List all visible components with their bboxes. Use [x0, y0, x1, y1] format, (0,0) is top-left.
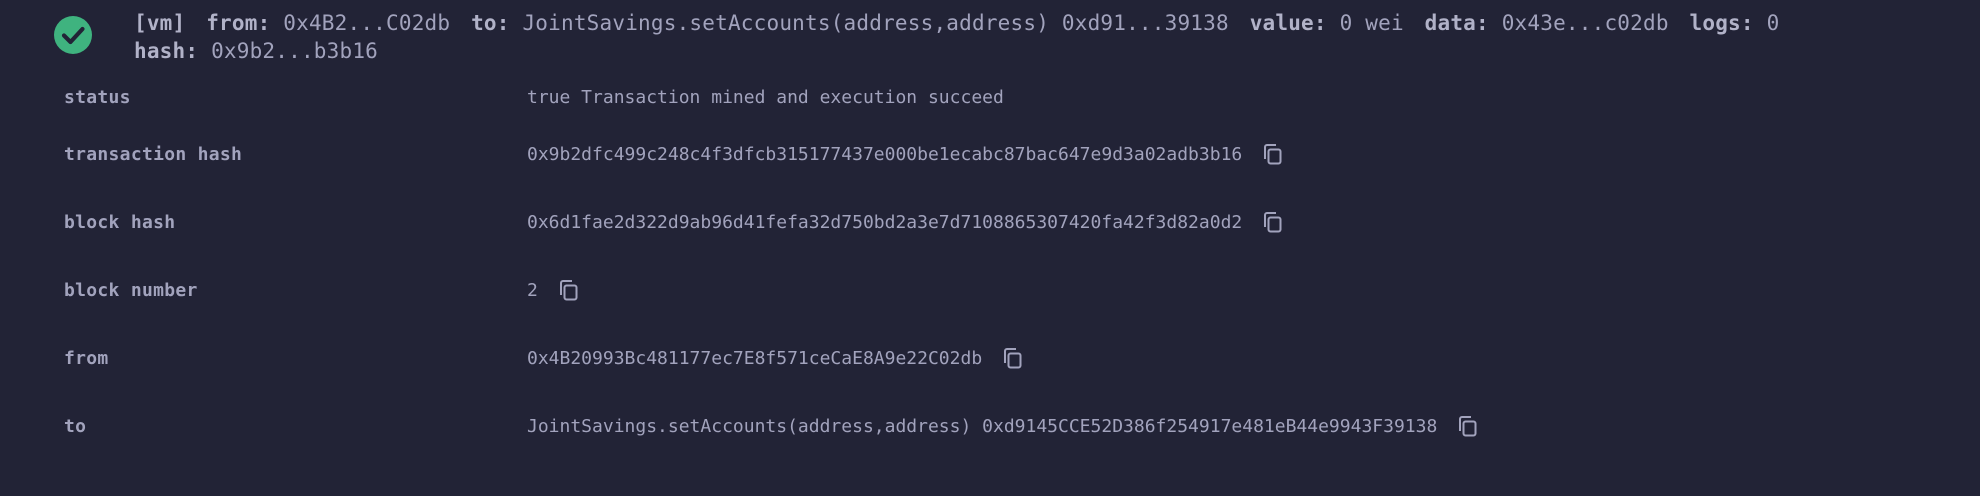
- transaction-summary: [vm] from: 0x4B2...C02db to: JointSaving…: [134, 9, 1964, 65]
- copy-icon[interactable]: [1457, 415, 1479, 439]
- detail-value: 0x9b2dfc499c248c4f3dfcb315177437e000be1e…: [527, 144, 1243, 165]
- detail-row-transaction-hash: transaction hash 0x9b2dfc499c248c4f3dfcb…: [0, 139, 1980, 171]
- summary-to-value: JointSavings.setAccounts(address,address…: [522, 11, 1229, 35]
- detail-value: 0x6d1fae2d322d9ab96d41fefa32d750bd2a3e7d…: [527, 212, 1243, 233]
- detail-row-status: status true Transaction mined and execut…: [0, 82, 1980, 114]
- detail-row-from: from 0x4B20993Bc481177ec7E8f571ceCaE8A9e…: [0, 343, 1980, 375]
- copy-icon[interactable]: [1262, 211, 1284, 235]
- summary-data-key: data:: [1424, 11, 1489, 35]
- summary-to-key: to:: [471, 11, 510, 35]
- copy-icon[interactable]: [558, 279, 580, 303]
- transaction-summary-header[interactable]: [vm] from: 0x4B2...C02db to: JointSaving…: [0, 0, 1980, 68]
- summary-from-key: from:: [206, 11, 271, 35]
- summary-data-value: 0x43e...c02db: [1501, 11, 1669, 35]
- detail-row-block-number: block number 2: [0, 275, 1980, 307]
- summary-from-value: 0x4B2...C02db: [283, 11, 451, 35]
- summary-value-key: value:: [1249, 11, 1327, 35]
- detail-label: to: [64, 416, 87, 437]
- detail-value: 2: [527, 280, 538, 301]
- detail-label: block hash: [64, 212, 176, 233]
- detail-value: true Transaction mined and execution suc…: [527, 87, 1004, 108]
- detail-row-to: to JointSavings.setAccounts(address,addr…: [0, 411, 1980, 443]
- env-tag: [vm]: [134, 11, 186, 35]
- detail-row-block-hash: block hash 0x6d1fae2d322d9ab96d41fefa32d…: [0, 207, 1980, 239]
- detail-value: JointSavings.setAccounts(address,address…: [527, 416, 1438, 437]
- detail-label: status: [64, 87, 131, 108]
- summary-value-value: 0 wei: [1339, 11, 1404, 35]
- detail-label: block number: [64, 280, 198, 301]
- summary-logs-key: logs:: [1689, 11, 1754, 35]
- copy-icon[interactable]: [1262, 143, 1284, 167]
- detail-value: 0x4B20993Bc481177ec7E8f571ceCaE8A9e22C02…: [527, 348, 983, 369]
- copy-icon[interactable]: [1002, 347, 1024, 371]
- detail-label: transaction hash: [64, 144, 243, 165]
- detail-label: from: [64, 348, 109, 369]
- summary-hash-value: 0x9b2...b3b16: [211, 39, 379, 63]
- check-circle-icon: [53, 15, 93, 55]
- summary-hash-key: hash:: [134, 39, 199, 63]
- summary-logs-value: 0: [1766, 11, 1780, 35]
